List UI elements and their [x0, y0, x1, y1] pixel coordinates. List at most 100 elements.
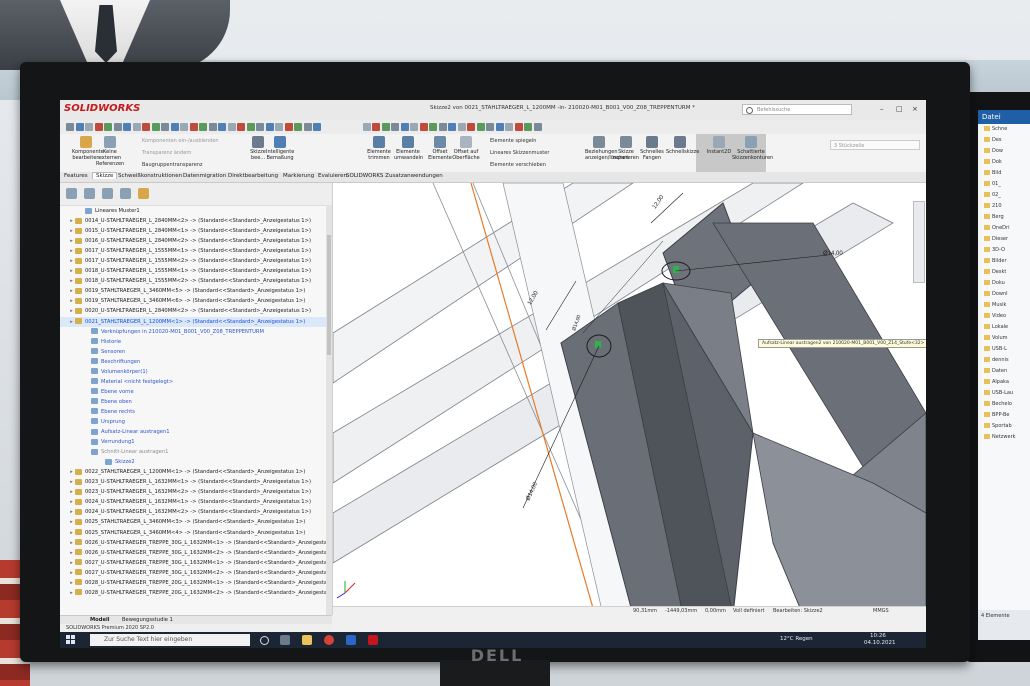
display-manager-icon[interactable]	[138, 188, 149, 199]
expand-arrow-icon[interactable]: ▸	[68, 477, 75, 487]
tree-scrollbar[interactable]	[326, 205, 332, 615]
toolbar-icon[interactable]	[189, 123, 198, 131]
toolbar-icon[interactable]	[142, 123, 150, 131]
tree-item[interactable]: Material <nicht festgelegt>	[60, 377, 332, 387]
tab-skizze[interactable]: Skizze	[92, 172, 118, 179]
command-search-input[interactable]: Befehlssuche	[742, 104, 852, 115]
expand-arrow-icon[interactable]: ▸	[68, 317, 75, 327]
explorer-nav-item[interactable]: Bechelo	[978, 399, 1030, 410]
tab-evaluieren[interactable]: Evaluieren	[318, 173, 347, 179]
explorer-nav-item[interactable]: OneDri	[978, 223, 1030, 234]
tree-item[interactable]: ▸ 0023_U-STAHLTRAEGER_L_1632MM<1> -> (Sta…	[60, 477, 332, 487]
toolbar-icon[interactable]	[85, 123, 93, 131]
tree-item[interactable]: Ebene vorne	[60, 387, 332, 397]
tree-item[interactable]: ▸ 0018_U-STAHLTRAEGER_L_1555MM<2> -> (Sta…	[60, 276, 332, 286]
tree-item[interactable]: ▸ 0028_U-STAHLTRAEGER_TREPPE_20G_L_1632MM…	[60, 588, 332, 598]
toolbar-icon[interactable]	[505, 123, 513, 131]
expand-arrow-icon[interactable]: ▸	[68, 558, 75, 568]
tree-item[interactable]: ▸ 0024_U-STAHLTRAEGER_L_1632MM<1> -> (Sta…	[60, 497, 332, 507]
explorer-nav-item[interactable]: Lokale	[978, 322, 1030, 333]
explorer-nav-item[interactable]: USB-Lau	[978, 388, 1030, 399]
tab-markierung[interactable]: Markierung	[283, 173, 314, 179]
tree-item[interactable]: ▸ 0021_STAHLTRAEGER_L_1200MM<1> -> (Stand…	[60, 316, 332, 327]
ribbon-button[interactable]: Schattierte Skizzenkonturen	[732, 136, 773, 161]
solidworks-logo[interactable]: SOLIDWORKS	[64, 103, 140, 114]
toolbar-icon[interactable]	[161, 123, 169, 131]
toolbar-icon[interactable]	[391, 123, 399, 131]
ribbon-button[interactable]: Elemente trimmen	[365, 136, 393, 161]
toolbar-icon[interactable]	[410, 123, 418, 131]
cad-model-view[interactable]: Ø14,00 12,00 12,00 Ø14,00 Ø14,00	[333, 183, 926, 615]
tree-item[interactable]: ▸ 0019_STAHLTRAEGER_L_3460MM<5> -> (Stand…	[60, 286, 332, 296]
toolbar-icon[interactable]	[246, 123, 255, 131]
tree-item[interactable]: Beschriftungen	[60, 357, 332, 367]
tree-item[interactable]: ▸ 0017_U-STAHLTRAEGER_L_1555MM<2> -> (Sta…	[60, 256, 332, 266]
tree-item[interactable]: Verknüpfungen in 210020-M01_B001_V00_Z08…	[60, 327, 332, 337]
toolbar-icon[interactable]	[524, 123, 532, 131]
expand-arrow-icon[interactable]: ▸	[68, 578, 75, 588]
expand-arrow-icon[interactable]: ▸	[68, 256, 75, 266]
windows-start-icon[interactable]	[66, 635, 76, 645]
toolbar-icon[interactable]	[94, 123, 103, 131]
weather-widget[interactable]: 12°C Regen	[780, 636, 813, 642]
explorer-nav-item[interactable]: Deskt	[978, 267, 1030, 278]
tab-datenmigration[interactable]: Datenmigration	[183, 173, 226, 179]
toolbar-icon[interactable]	[476, 123, 485, 131]
expand-arrow-icon[interactable]: ▸	[68, 236, 75, 246]
tab-direktbearbeitung[interactable]: Direktbearbeitung	[228, 173, 278, 179]
tab-features[interactable]: Features	[64, 173, 88, 179]
expand-arrow-icon[interactable]: ▸	[68, 276, 75, 286]
toolbar-icon[interactable]	[400, 123, 409, 131]
toolbar-icon[interactable]	[514, 123, 523, 131]
explorer-nav-item[interactable]: 210	[978, 201, 1030, 212]
explorer-nav-item[interactable]: 3D-O	[978, 245, 1030, 256]
tree-item[interactable]: Historie	[60, 337, 332, 347]
expand-arrow-icon[interactable]: ▸	[68, 548, 75, 558]
tree-item[interactable]: Sensoren	[60, 347, 332, 357]
explorer-nav-item[interactable]: Sportab	[978, 421, 1030, 432]
toolbar-icon[interactable]	[294, 123, 302, 131]
expand-arrow-icon[interactable]: ▸	[68, 528, 75, 538]
linear-sketch-pattern[interactable]: Lineares Skizzenmuster	[490, 150, 549, 156]
toolbar-icon[interactable]	[132, 123, 141, 131]
explorer-nav-item[interactable]: Bild	[978, 168, 1030, 179]
expand-arrow-icon[interactable]: ▸	[68, 568, 75, 578]
tree-item[interactable]: ▸ 0018_U-STAHLTRAEGER_L_1555MM<1> -> (Sta…	[60, 266, 332, 276]
mirror-entities[interactable]: Elemente spiegeln	[490, 138, 536, 144]
explorer-nav-item[interactable]: Dok	[978, 157, 1030, 168]
tree-item[interactable]: Aufsatz-Linear austragen1	[60, 427, 332, 437]
close-button[interactable]: ×	[912, 105, 918, 113]
unit-system[interactable]: MMGS	[873, 608, 889, 614]
explorer-nav-item[interactable]: Des	[978, 135, 1030, 146]
explorer-nav-item[interactable]: Alpaka	[978, 377, 1030, 388]
outlook-icon[interactable]	[346, 635, 356, 645]
tree-item[interactable]: ▸ 0026_U-STAHLTRAEGER_TREPPE_30G_L_1632MM…	[60, 538, 332, 548]
expand-arrow-icon[interactable]: ▸	[68, 487, 75, 497]
dimxpert-icon[interactable]	[120, 188, 131, 199]
toolbar-icon[interactable]	[448, 123, 456, 131]
tree-item[interactable]: ▸ 0023_U-STAHLTRAEGER_L_1632MM<2> -> (Sta…	[60, 487, 332, 497]
toolbar-icon[interactable]	[227, 123, 236, 131]
toolbar-icon[interactable]	[180, 123, 188, 131]
explorer-nav-item[interactable]: Daten	[978, 366, 1030, 377]
explorer-nav-item[interactable]: Berg	[978, 212, 1030, 223]
tree-item[interactable]: ▸ 0016_U-STAHLTRAEGER_L_2840MM<2> -> (Sta…	[60, 236, 332, 246]
clock-time[interactable]: 10:26	[870, 633, 886, 639]
toolbar-icon[interactable]	[438, 123, 447, 131]
toolbar-icon[interactable]	[533, 123, 542, 131]
toolbar-icon[interactable]	[362, 123, 371, 131]
configuration-icon[interactable]	[102, 188, 113, 199]
explorer-nav-item[interactable]: dennis	[978, 355, 1030, 366]
tree-item[interactable]: ▸ 0022_STAHLTRAEGER_L_1200MM<1> -> (Stand…	[60, 467, 332, 477]
ribbon-button[interactable]: Keine externen Referenzen	[96, 136, 124, 167]
tree-item[interactable]: ▸ 0026_U-STAHLTRAEGER_TREPPE_30G_L_1632MM…	[60, 548, 332, 558]
expand-arrow-icon[interactable]: ▸	[68, 246, 75, 256]
tree-item[interactable]: Ursprung	[60, 417, 332, 427]
move-entities[interactable]: Elemente verschieben	[490, 162, 546, 168]
clock-date[interactable]: 04.10.2021	[864, 640, 896, 646]
expand-arrow-icon[interactable]: ▸	[68, 226, 75, 236]
tree-item[interactable]: ▸ 0028_U-STAHLTRAEGER_TREPPE_20G_L_1632MM…	[60, 578, 332, 588]
tree-item[interactable]: Ebene oben	[60, 397, 332, 407]
property-manager-icon[interactable]	[84, 188, 95, 199]
ribbon-button[interactable]: Intelligente Bemaßung	[266, 136, 294, 161]
